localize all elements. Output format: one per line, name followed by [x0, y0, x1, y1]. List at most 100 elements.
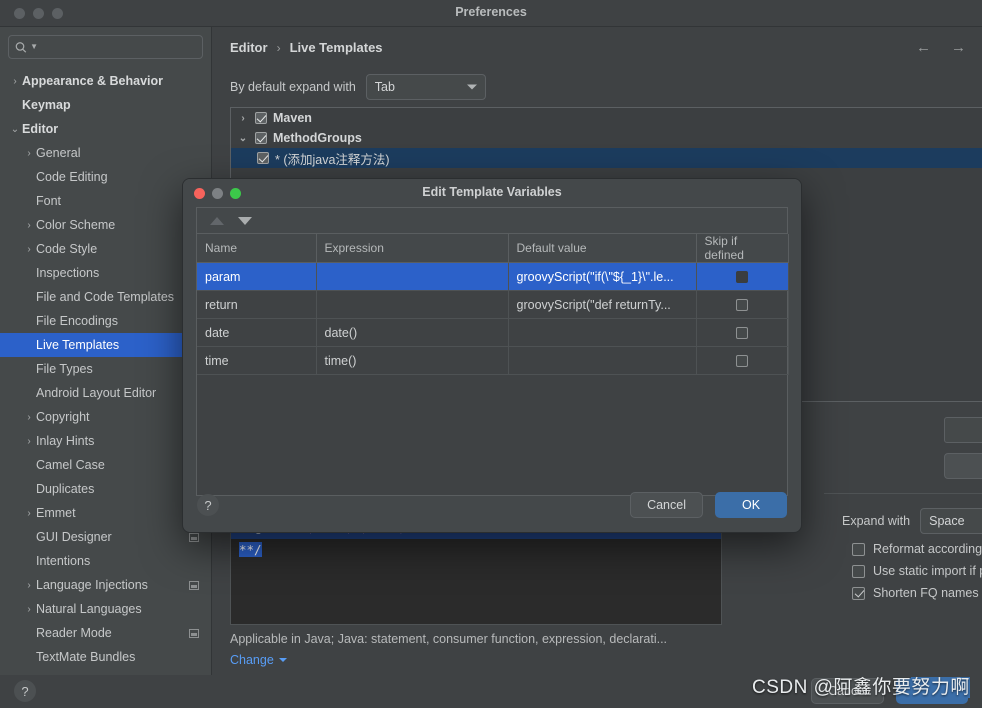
sidebar-item-editor[interactable]: ⌄ Editor	[0, 117, 211, 141]
template-tree-row[interactable]: › Maven	[231, 108, 982, 128]
help-button[interactable]: ?	[14, 680, 36, 702]
table-row[interactable]: param groovyScript("if(\"${_1}\".le...	[197, 262, 789, 291]
dialog-ok-button[interactable]: OK	[715, 492, 787, 518]
column-header[interactable]: Skip if defined	[696, 234, 789, 263]
forward-arrow-icon[interactable]: →	[951, 40, 966, 55]
chevron-icon[interactable]: ›	[22, 220, 36, 231]
chevron-icon[interactable]: ›	[22, 244, 36, 255]
sidebar-item-natural-languages[interactable]: › Natural Languages	[0, 597, 211, 621]
sidebar-item-inlay-hints[interactable]: › Inlay Hints	[0, 429, 211, 453]
sidebar-item-file-encodings[interactable]: File Encodings	[0, 309, 211, 333]
expand-with-select[interactable]: Space	[920, 508, 982, 534]
template-text-field[interactable]	[944, 417, 982, 443]
options-divider	[824, 493, 982, 494]
cell-expression[interactable]	[316, 262, 509, 291]
edit-variables-button[interactable]: Edit variables	[944, 453, 982, 479]
cell-expression[interactable]: date()	[316, 318, 509, 347]
column-header[interactable]: Default value	[508, 234, 697, 263]
ok-button[interactable]: OK	[896, 678, 968, 704]
cell-name[interactable]: param	[197, 262, 317, 291]
sidebar-item-code-editing[interactable]: Code Editing	[0, 165, 211, 189]
chevron-icon[interactable]: ›	[22, 580, 36, 591]
sidebar-item-label: Camel Case	[36, 458, 105, 472]
skip-if-defined-checkbox[interactable]	[736, 355, 748, 368]
skip-if-defined-checkbox[interactable]	[736, 271, 748, 284]
sidebar-item-label: Inlay Hints	[36, 434, 95, 448]
sidebar-item-intentions[interactable]: Intentions	[0, 549, 211, 573]
skip-if-defined-checkbox[interactable]	[736, 327, 748, 340]
cell-default-value[interactable]	[508, 318, 697, 347]
template-checkbox[interactable]	[257, 152, 269, 164]
sidebar-item-gui-designer[interactable]: GUI Designer	[0, 525, 211, 549]
back-arrow-icon[interactable]: ←	[916, 40, 931, 55]
chevron-icon[interactable]: ›	[8, 76, 22, 87]
change-context-link[interactable]: Change	[230, 653, 287, 667]
sidebar-item-keymap[interactable]: Keymap	[0, 93, 211, 117]
dialog-cancel-button[interactable]: Cancel	[630, 492, 703, 518]
sidebar-item-copyright[interactable]: › Copyright	[0, 405, 211, 429]
chevron-icon[interactable]: ›	[22, 604, 36, 615]
cancel-button[interactable]: Cancel	[811, 678, 884, 704]
column-header[interactable]: Expression	[316, 234, 509, 263]
sidebar-item-inspections[interactable]: Inspections	[0, 261, 211, 285]
chevron-icon[interactable]: ›	[22, 148, 36, 159]
sidebar-item-color-scheme[interactable]: › Color Scheme	[0, 213, 211, 237]
sidebar-item-language-injections[interactable]: › Language Injections	[0, 573, 211, 597]
column-header[interactable]: Name	[197, 234, 317, 263]
sidebar-item-live-templates[interactable]: Live Templates	[0, 333, 211, 357]
sidebar-item-file-and-code-templates[interactable]: File and Code Templates	[0, 285, 211, 309]
option-reformat-according-to-style[interactable]: Reformat according to style	[824, 542, 982, 556]
breadcrumb-parent[interactable]: Editor	[230, 40, 268, 55]
cell-skip-if-defined[interactable]	[696, 318, 789, 347]
option-use-static-import-if-possible[interactable]: Use static import if possible	[824, 564, 982, 578]
cell-skip-if-defined[interactable]	[696, 262, 789, 291]
default-expand-select[interactable]: Tab	[365, 74, 486, 100]
table-row[interactable]: return groovyScript("def returnTy...	[197, 290, 789, 319]
template-tree-row[interactable]: ⌄ MethodGroups	[231, 128, 982, 148]
template-checkbox[interactable]	[255, 112, 267, 124]
chevron-icon[interactable]: ›	[237, 113, 249, 124]
sidebar-item-appearance-behavior[interactable]: › Appearance & Behavior	[0, 69, 211, 93]
chevron-icon[interactable]: ⌄	[8, 124, 22, 135]
sidebar-item-general[interactable]: › General	[0, 141, 211, 165]
chevron-icon[interactable]: ›	[22, 436, 36, 447]
sidebar-item-font[interactable]: Font	[0, 189, 211, 213]
search-box[interactable]: ▼	[8, 35, 203, 59]
sidebar-item-camel-case[interactable]: Camel Case	[0, 453, 211, 477]
checkbox[interactable]	[852, 564, 865, 578]
cell-default-value[interactable]	[508, 346, 697, 375]
dialog-titlebar: Edit Template Variables	[183, 179, 801, 207]
cell-name[interactable]: time	[197, 346, 317, 375]
sidebar-item-duplicates[interactable]: Duplicates	[0, 477, 211, 501]
move-up-arrow-icon[interactable]	[210, 216, 224, 225]
move-down-arrow-icon[interactable]	[238, 216, 252, 225]
variables-table-empty-area[interactable]	[197, 375, 787, 495]
chevron-icon[interactable]: ›	[22, 508, 36, 519]
variables-table-wrap: Name Expression Default value Skip if defin…	[196, 207, 789, 496]
cell-name[interactable]: date	[197, 318, 317, 347]
cell-skip-if-defined[interactable]	[696, 290, 789, 319]
chevron-icon[interactable]: ›	[22, 412, 36, 423]
table-row[interactable]: date date()	[197, 318, 789, 347]
cell-skip-if-defined[interactable]	[696, 346, 789, 375]
chevron-icon[interactable]: ⌄	[237, 133, 249, 144]
checkbox[interactable]	[852, 586, 865, 600]
option-shorten-fq-names[interactable]: Shorten FQ names	[824, 586, 982, 600]
dialog-help-button[interactable]: ?	[197, 494, 219, 516]
checkbox[interactable]	[852, 542, 865, 556]
sidebar-item-code-style[interactable]: › Code Style	[0, 237, 211, 261]
skip-if-defined-checkbox[interactable]	[736, 299, 748, 312]
template-tree-row[interactable]: * (添加java注释方法)	[231, 148, 982, 168]
search-input[interactable]	[41, 40, 196, 54]
sidebar-item-android-layout-editor[interactable]: Android Layout Editor	[0, 381, 211, 405]
cell-expression[interactable]	[316, 290, 509, 319]
variables-table[interactable]: Name Expression Default value Skip if defin…	[197, 234, 789, 375]
cell-expression[interactable]: time()	[316, 346, 509, 375]
sidebar-item-file-types[interactable]: File Types	[0, 357, 211, 381]
sidebar-item-emmet[interactable]: › Emmet	[0, 501, 211, 525]
cell-default-value[interactable]: groovyScript("if(\"${_1}\".le...	[508, 262, 697, 291]
table-row[interactable]: time time()	[197, 346, 789, 375]
template-checkbox[interactable]	[255, 132, 267, 144]
cell-name[interactable]: return	[197, 290, 317, 319]
cell-default-value[interactable]: groovyScript("def returnTy...	[508, 290, 697, 319]
